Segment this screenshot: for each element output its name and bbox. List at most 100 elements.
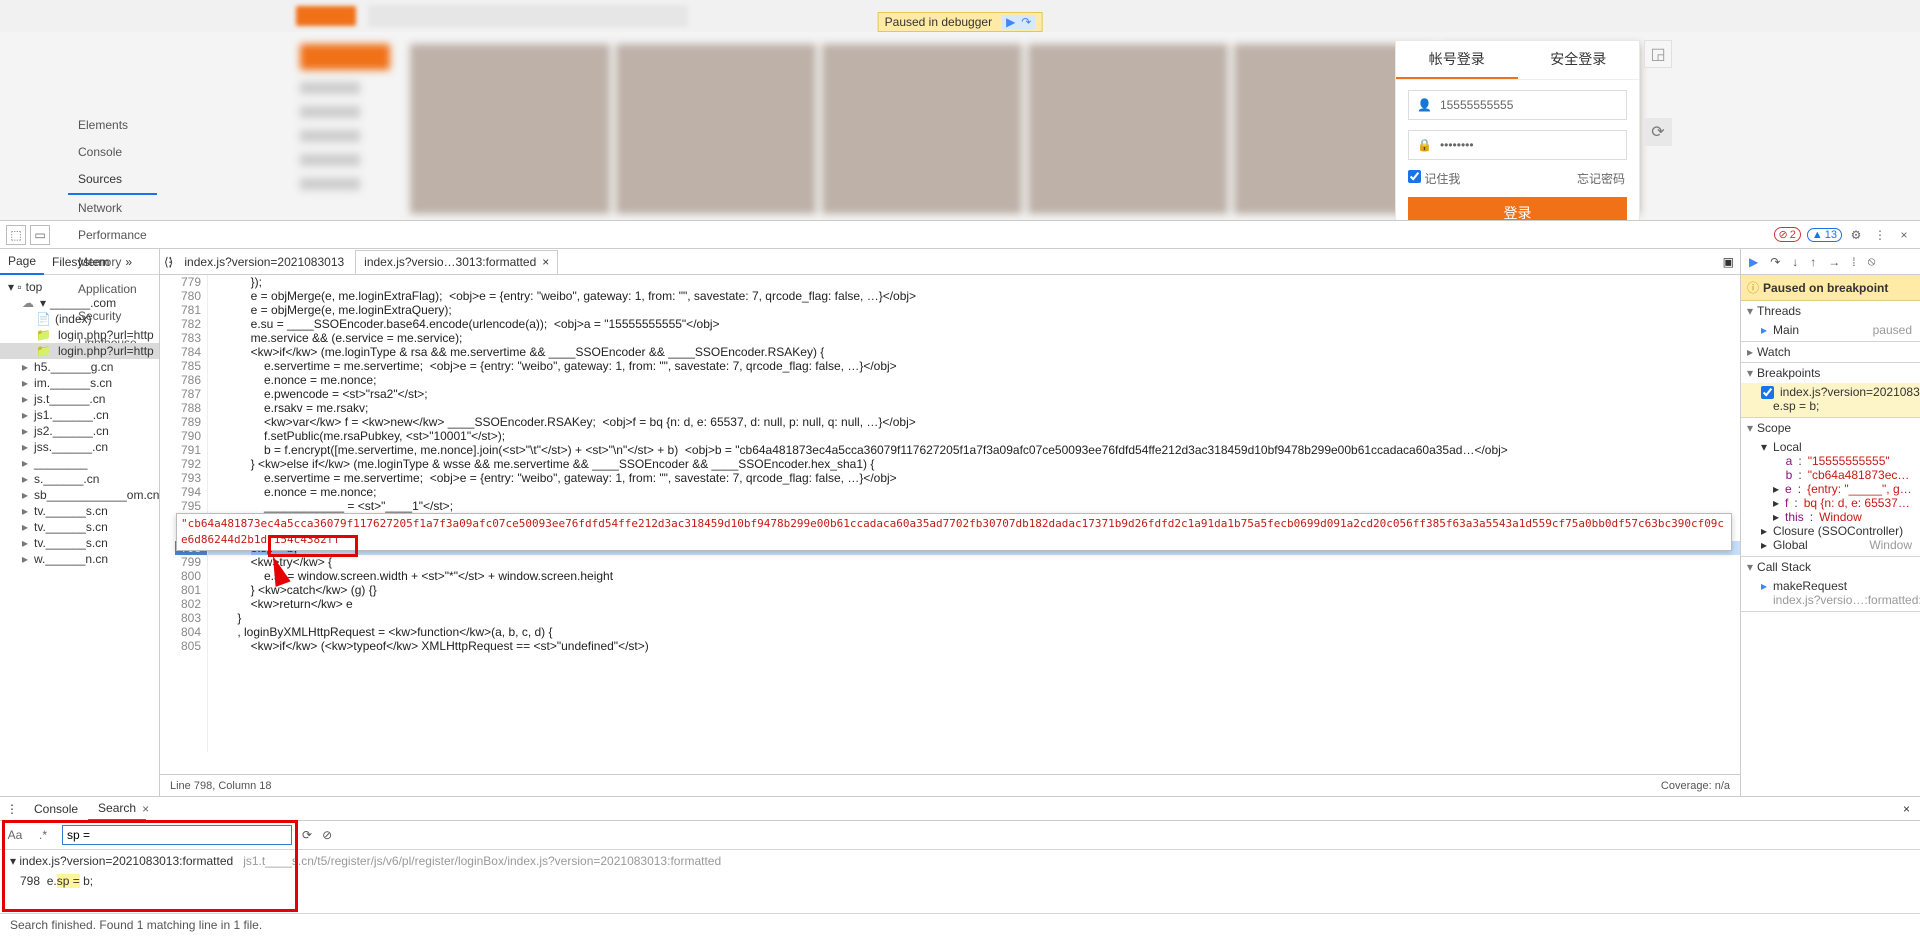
forgot-password-link[interactable]: 忘记密码 bbox=[1577, 170, 1625, 187]
bp-checkbox[interactable] bbox=[1761, 386, 1774, 399]
section-callstack[interactable]: Call Stack bbox=[1741, 557, 1920, 577]
tree-domain[interactable]: ________ bbox=[0, 455, 159, 471]
tree-domain[interactable]: s.______.cn bbox=[0, 471, 159, 487]
devtools-tab-sources[interactable]: Sources bbox=[68, 166, 157, 195]
resume-icon[interactable]: ▶ bbox=[1006, 15, 1015, 29]
devtools-tab-network[interactable]: Network bbox=[68, 195, 157, 222]
search-status: Search finished. Found 1 matching line i… bbox=[0, 913, 1920, 936]
close-search-tab-icon[interactable]: × bbox=[142, 802, 149, 816]
pause-exceptions-icon[interactable]: ⦸ bbox=[1868, 254, 1876, 269]
step-icon[interactable]: → bbox=[1828, 255, 1840, 269]
more-icon[interactable]: ⋮ bbox=[1870, 225, 1890, 245]
scope-var[interactable]: a: "15555555555" bbox=[1741, 454, 1920, 468]
devtools: ⬚ ▭ ElementsConsoleSourcesNetworkPerform… bbox=[0, 220, 1920, 936]
nav-tab-filesystem[interactable]: Filesystem bbox=[44, 250, 117, 274]
tab-account-login[interactable]: 帐号登录 bbox=[1396, 41, 1518, 79]
remember-me[interactable]: 记住我 bbox=[1408, 170, 1460, 187]
sources-editor: ⟨⟩ index.js?version=2021083013 index.js?… bbox=[160, 249, 1740, 796]
debugger-panel: ▶ ↷ ↓ ↑ → ⁞ ⦸ ⓘ Paused on breakpoint Thr… bbox=[1740, 249, 1920, 796]
section-watch[interactable]: Watch bbox=[1741, 342, 1920, 362]
step-out-icon[interactable]: ↑ bbox=[1810, 255, 1816, 269]
scope-var[interactable]: ▸ f: bq {n: d, e: 65537, d:… bbox=[1741, 496, 1920, 510]
code-area[interactable]: 7797807817827837847857867877887897907917… bbox=[160, 275, 1740, 774]
devtools-tab-elements[interactable]: Elements bbox=[68, 112, 157, 139]
nav-tab-more-icon[interactable]: » bbox=[117, 250, 140, 274]
scope-closure[interactable]: ▸ Closure (SSOController) bbox=[1741, 524, 1920, 538]
scope-global[interactable]: ▸ GlobalWindow bbox=[1741, 538, 1920, 552]
drawer-menu-icon[interactable]: ⋮ bbox=[0, 802, 24, 816]
login-box: 帐号登录 安全登录 👤 15555555555 🔒 •••••••• 记住我 忘… bbox=[1395, 40, 1640, 220]
page-background: Paused in debugger ▶ ↷ ◲ 帐号登录 安全登录 👤 155… bbox=[0, 0, 1920, 220]
login-button[interactable]: 登录 bbox=[1408, 197, 1627, 220]
tree-domain[interactable]: tv.______s.cn bbox=[0, 519, 159, 535]
captcha-refresh-icon[interactable]: ⟳ bbox=[1644, 118, 1672, 146]
clear-search-icon[interactable]: ⊘ bbox=[322, 828, 332, 842]
close-tab-icon[interactable]: × bbox=[542, 255, 549, 269]
tree-domain[interactable]: js1.______.cn bbox=[0, 407, 159, 423]
drawer: ⋮ Console Search × × Aa .* ⟳ ⊘ ▾ index.j… bbox=[0, 796, 1920, 936]
resume-button-icon[interactable]: ▶ bbox=[1749, 255, 1758, 269]
thread-main[interactable]: ▸Mainpaused bbox=[1741, 323, 1920, 337]
section-scope[interactable]: Scope bbox=[1741, 418, 1920, 438]
cursor-position: Line 798, Column 18 bbox=[170, 780, 272, 792]
step-over-button-icon[interactable]: ↷ bbox=[1770, 255, 1780, 269]
lock-icon: 🔒 bbox=[1417, 138, 1432, 152]
settings-icon[interactable]: ⚙ bbox=[1846, 225, 1866, 245]
scope-local[interactable]: ▾ Local bbox=[1741, 440, 1920, 454]
devtools-tab-console[interactable]: Console bbox=[68, 139, 157, 166]
tree-domain[interactable]: h5.______g.cn bbox=[0, 359, 159, 375]
drawer-tab-search[interactable]: Search bbox=[88, 797, 146, 821]
password-field[interactable]: 🔒 •••••••• bbox=[1408, 130, 1627, 160]
section-threads[interactable]: Threads bbox=[1741, 301, 1920, 321]
inspect-icon[interactable]: ⬚ bbox=[6, 225, 26, 245]
callstack-frame[interactable]: ▸makeRequest bbox=[1741, 579, 1920, 593]
tree-domain[interactable]: js.t______.cn bbox=[0, 391, 159, 407]
qr-toggle-icon[interactable]: ◲ bbox=[1644, 40, 1672, 68]
tree-login1[interactable]: login.php?url=http bbox=[0, 327, 159, 343]
section-breakpoints[interactable]: Breakpoints bbox=[1741, 363, 1920, 383]
error-count[interactable]: ⊘ 2 bbox=[1774, 227, 1801, 242]
tree-domain[interactable]: jss.______.cn bbox=[0, 439, 159, 455]
debugger-toolbar: ▶ ↷ ↓ ↑ → ⁞ ⦸ bbox=[1741, 249, 1920, 275]
editor-statusbar: Line 798, Column 18 Coverage: n/a bbox=[160, 774, 1740, 796]
drawer-tab-console[interactable]: Console bbox=[24, 798, 88, 820]
phone-field[interactable]: 👤 15555555555 bbox=[1408, 90, 1627, 120]
site-logo bbox=[296, 6, 356, 26]
tree-login2[interactable]: login.php?url=http bbox=[0, 343, 159, 359]
close-drawer-icon[interactable]: × bbox=[1893, 802, 1920, 816]
pause-banner: ⓘ Paused on breakpoint bbox=[1741, 275, 1920, 301]
device-icon[interactable]: ▭ bbox=[30, 225, 50, 245]
prev-file-icon[interactable]: ⟨⟩ bbox=[164, 255, 173, 269]
devtools-tab-performance[interactable]: Performance bbox=[68, 222, 157, 249]
file-tab-prev[interactable]: index.js?version=2021083013 bbox=[175, 250, 353, 274]
scope-var[interactable]: b: "cb64a481873ec4a5cca36…" bbox=[1741, 468, 1920, 482]
tree-index[interactable]: 📄 (index) bbox=[0, 311, 159, 327]
paused-in-debugger-bar: Paused in debugger ▶ ↷ bbox=[878, 12, 1043, 32]
remember-checkbox[interactable] bbox=[1408, 170, 1421, 183]
tree-domain[interactable]: w.______n.cn bbox=[0, 551, 159, 567]
paused-label: Paused in debugger bbox=[885, 15, 992, 29]
issue-count[interactable]: ▲ 13 bbox=[1807, 228, 1842, 242]
tree-site[interactable]: ▾ ______.com bbox=[0, 295, 159, 311]
step-over-icon[interactable]: ↷ bbox=[1021, 15, 1031, 29]
info-icon: ⓘ bbox=[1747, 279, 1759, 296]
tree-domain[interactable]: sb____________om.cn bbox=[0, 487, 159, 503]
tree-domain[interactable]: im.______s.cn bbox=[0, 375, 159, 391]
nav-tab-page[interactable]: Page bbox=[0, 249, 44, 275]
maximize-icon[interactable]: ▣ bbox=[1717, 255, 1740, 269]
breakpoint-item[interactable]: index.js?version=20210830… bbox=[1741, 385, 1920, 399]
refresh-search-icon[interactable]: ⟳ bbox=[302, 828, 312, 842]
callstack-source: index.js?versio…:formatted:798 bbox=[1741, 593, 1920, 607]
tree-domain[interactable]: tv.______s.cn bbox=[0, 535, 159, 551]
tab-safe-login[interactable]: 安全登录 bbox=[1518, 41, 1640, 79]
tree-domain[interactable]: js2.______.cn bbox=[0, 423, 159, 439]
step-into-icon[interactable]: ↓ bbox=[1792, 255, 1798, 269]
scope-var[interactable]: ▸ this: Window bbox=[1741, 510, 1920, 524]
scope-var[interactable]: ▸ e: {entry: "_____", gatew… bbox=[1741, 482, 1920, 496]
file-tab-active[interactable]: index.js?versio…3013:formatted × bbox=[355, 250, 558, 274]
password-value: •••••••• bbox=[1440, 138, 1474, 152]
tree-domain[interactable]: tv.______s.cn bbox=[0, 503, 159, 519]
tree-top[interactable]: ▾ ▫ top bbox=[0, 279, 159, 295]
close-devtools-icon[interactable]: × bbox=[1894, 225, 1914, 245]
deactivate-bp-icon[interactable]: ⁞ bbox=[1852, 255, 1855, 269]
